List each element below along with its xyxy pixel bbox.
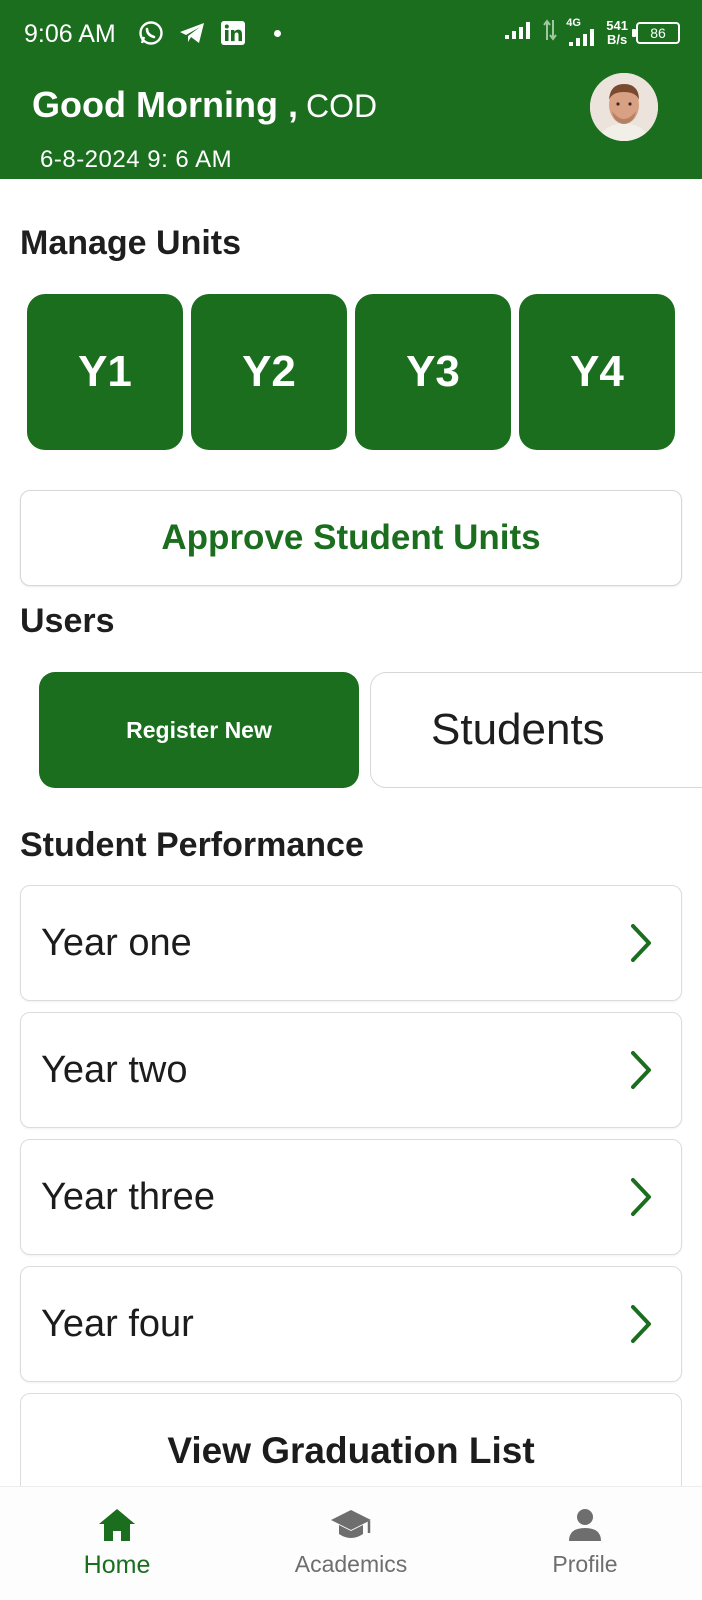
- year-two-item[interactable]: Year two: [20, 1012, 682, 1128]
- chevron-right-icon: [627, 1176, 655, 1218]
- signal-4g-icon: 4G: [566, 17, 598, 47]
- person-icon: [567, 1507, 603, 1543]
- chevron-right-icon: [627, 1303, 655, 1345]
- signal-icon: [504, 20, 534, 45]
- bottom-navigation: Home Academics Profile: [0, 1486, 702, 1600]
- chevron-right-icon: [627, 1049, 655, 1091]
- greeting-text: Good Morning ,: [32, 84, 298, 125]
- net-speed: 541 B/s: [606, 17, 628, 47]
- graduation-cap-icon: [329, 1507, 373, 1543]
- app-header: 9:06 AM 4G 541 B/s 86 Good Morning , COD…: [0, 0, 702, 179]
- year-two-label: Year two: [41, 1048, 188, 1091]
- nav-academics-label: Academics: [294, 1551, 408, 1577]
- year-2-tile[interactable]: Y2: [191, 294, 347, 450]
- year-four-label: Year four: [41, 1302, 194, 1345]
- telegram-icon: [178, 21, 206, 45]
- year-units-row: Y1 Y2 Y3 Y4: [27, 294, 675, 450]
- register-new-button[interactable]: Register New: [39, 672, 359, 788]
- year-three-label: Year three: [41, 1175, 215, 1218]
- data-transfer-icon: [542, 18, 558, 47]
- avatar[interactable]: [590, 73, 658, 141]
- greeting: Good Morning , COD: [32, 84, 377, 126]
- year-three-item[interactable]: Year three: [20, 1139, 682, 1255]
- year-four-item[interactable]: Year four: [20, 1266, 682, 1382]
- users-title: Users: [20, 602, 115, 640]
- user-role: COD: [305, 88, 378, 124]
- year-4-tile[interactable]: Y4: [519, 294, 675, 450]
- nav-home[interactable]: Home: [0, 1487, 234, 1600]
- nav-academics[interactable]: Academics: [234, 1487, 468, 1600]
- year-1-tile[interactable]: Y1: [27, 294, 183, 450]
- chevron-right-icon: [627, 922, 655, 964]
- nav-home-label: Home: [83, 1551, 151, 1579]
- nav-profile[interactable]: Profile: [468, 1487, 702, 1600]
- net-speed-unit: B/s: [607, 31, 628, 47]
- manage-units-title: Manage Units: [20, 224, 242, 262]
- more-notifications-dot: [274, 29, 281, 37]
- students-button[interactable]: Students: [370, 672, 702, 788]
- notification-icons: [138, 20, 281, 46]
- linkedin-icon: [220, 20, 246, 46]
- system-indicators: 4G 541 B/s 86: [504, 17, 680, 47]
- nav-profile-label: Profile: [552, 1551, 618, 1577]
- status-bar: 9:06 AM 4G 541 B/s 86: [0, 0, 702, 72]
- current-datetime: 6-8-2024 9: 6 AM: [40, 146, 233, 173]
- year-one-item[interactable]: Year one: [20, 885, 682, 1001]
- approve-student-units-button[interactable]: Approve Student Units: [20, 490, 682, 586]
- net-speed-value: 541: [606, 17, 628, 33]
- battery-level: 86: [650, 24, 666, 41]
- year-3-tile[interactable]: Y3: [355, 294, 511, 450]
- home-icon: [97, 1507, 137, 1543]
- whatsapp-icon: [138, 20, 164, 46]
- battery-icon: 86: [632, 21, 680, 44]
- year-one-label: Year one: [41, 921, 192, 964]
- student-performance-title: Student Performance: [20, 826, 364, 864]
- status-time: 9:06 AM: [24, 20, 116, 48]
